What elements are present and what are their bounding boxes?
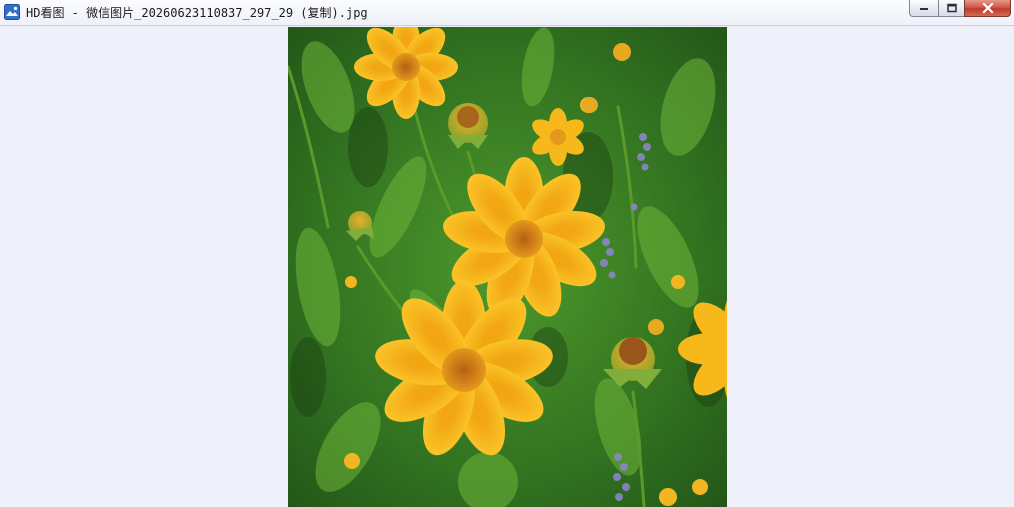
displayed-photo[interactable] [288, 27, 727, 507]
image-viewer-window: HD看图 - 微信图片_20260623110837_297_29 (复制).j… [0, 0, 1014, 507]
window-title: HD看图 - 微信图片_20260623110837_297_29 (复制).j… [26, 6, 368, 20]
flower-photo-image [288, 27, 727, 507]
app-logo-icon [4, 4, 20, 20]
maximize-button[interactable] [938, 0, 965, 17]
minimize-icon [920, 8, 928, 10]
restore-icon [946, 3, 957, 13]
close-button[interactable] [964, 0, 1011, 17]
close-icon [981, 3, 994, 13]
minimize-button[interactable] [909, 0, 939, 17]
title-bar[interactable]: HD看图 - 微信图片_20260623110837_297_29 (复制).j… [0, 0, 1014, 26]
